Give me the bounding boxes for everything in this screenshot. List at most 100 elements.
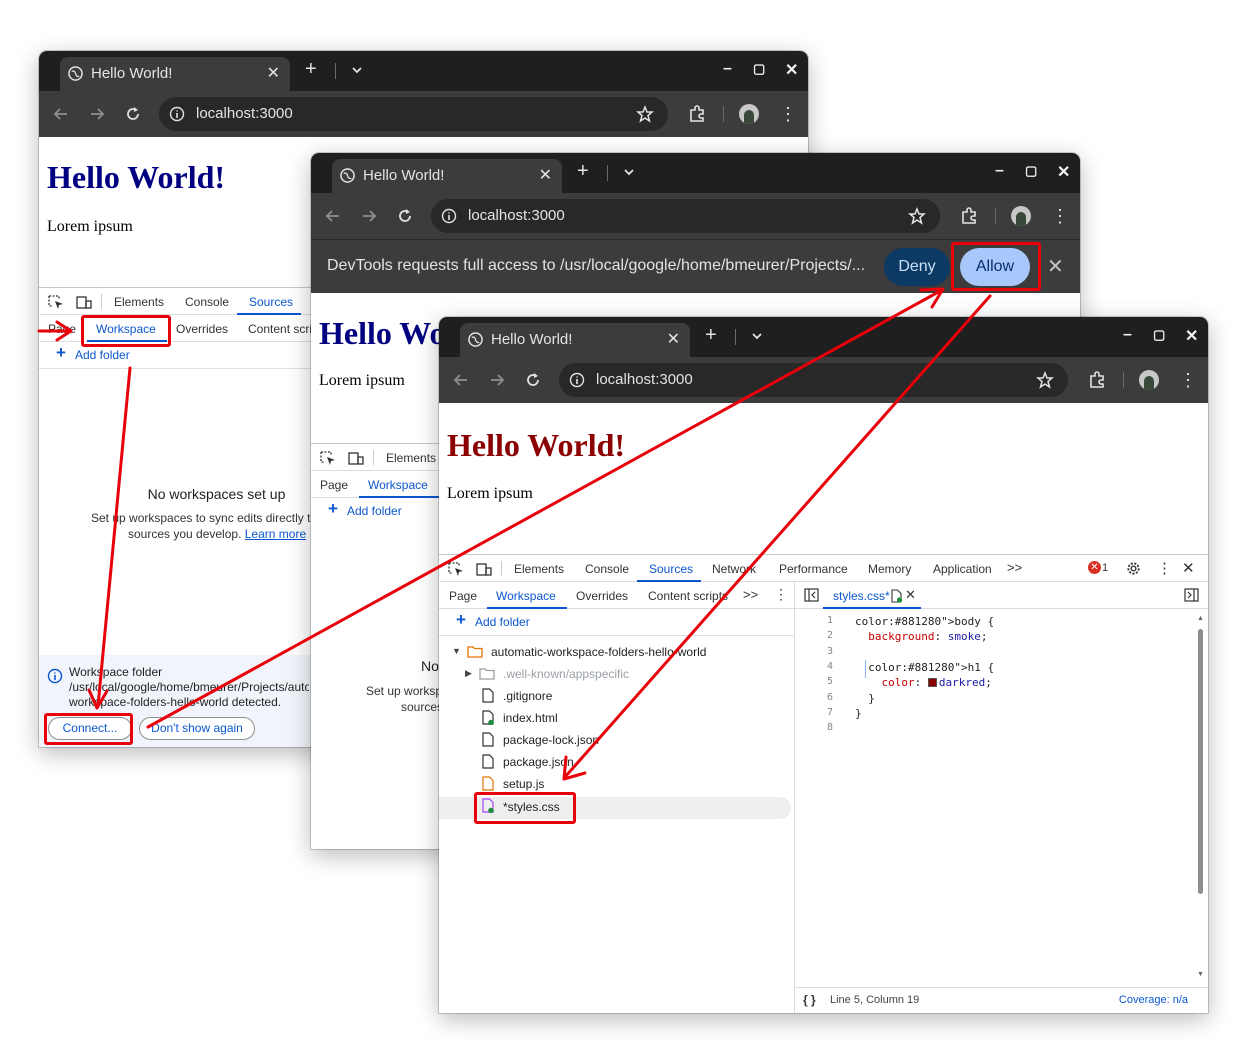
profile-avatar[interactable]	[739, 104, 759, 124]
tree-file[interactable]: package-lock.json	[439, 731, 794, 753]
reload-icon[interactable]	[524, 371, 542, 389]
reload-icon[interactable]	[396, 207, 414, 225]
close-editor-tab-icon[interactable]: ✕	[905, 587, 916, 603]
tab-sources[interactable]: Sources	[649, 562, 693, 576]
add-folder-link[interactable]: Add folder	[347, 504, 402, 518]
learn-more-link[interactable]: Learn more	[245, 527, 306, 541]
tree-file[interactable]: index.html	[439, 709, 794, 731]
tab-console[interactable]: Console	[185, 295, 229, 309]
site-info-icon[interactable]	[169, 106, 185, 122]
minimize-icon[interactable]: –	[995, 162, 1004, 180]
more-tabs-icon[interactable]: >>	[1007, 560, 1022, 575]
extensions-icon[interactable]	[1087, 370, 1107, 390]
device-toolbar-icon[interactable]	[76, 295, 92, 309]
pretty-print-icon[interactable]: { }	[803, 993, 816, 1007]
deny-button[interactable]: Deny	[884, 248, 950, 286]
browser-tab[interactable]: Hello World! ✕	[460, 323, 690, 357]
back-icon[interactable]	[452, 371, 470, 389]
settings-gear-icon[interactable]	[1126, 561, 1141, 576]
toggle-debugger-icon[interactable]	[1184, 588, 1199, 602]
tab-application[interactable]: Application	[933, 562, 992, 576]
menu-kebab-icon[interactable]: ⋮	[779, 103, 797, 125]
tab-console[interactable]: Console	[585, 562, 629, 576]
tab-performance[interactable]: Performance	[779, 562, 848, 576]
new-tab-button[interactable]: +	[577, 160, 589, 183]
subtab-workspace[interactable]: Workspace	[368, 478, 428, 492]
subtab-content-scripts[interactable]: Content scripts	[648, 589, 733, 603]
subtab-page[interactable]: Page	[48, 322, 76, 336]
subtab-page[interactable]: Page	[449, 589, 477, 603]
browser-tab[interactable]: Hello World! ✕	[332, 159, 562, 193]
toggle-navigator-icon[interactable]	[804, 588, 819, 602]
browser-tab[interactable]: Hello World! ✕	[60, 57, 290, 91]
close-infobar-icon[interactable]: ✕	[1047, 254, 1064, 279]
editor-tab-title[interactable]: styles.css*	[833, 589, 890, 603]
site-info-icon[interactable]	[569, 372, 585, 388]
tab-elements[interactable]: Elements	[514, 562, 564, 576]
tab-elements[interactable]: Elements	[114, 295, 164, 309]
address-bar[interactable]: localhost:3000	[159, 97, 668, 131]
tree-folder-wellknown[interactable]: ▶ .well-known/appspecific	[439, 665, 794, 687]
close-tab-icon[interactable]: ✕	[539, 165, 552, 185]
site-info-icon[interactable]	[441, 208, 457, 224]
address-bar[interactable]: localhost:3000	[559, 363, 1068, 397]
device-toolbar-icon[interactable]	[348, 451, 364, 465]
menu-kebab-icon[interactable]: ⋮	[1051, 205, 1069, 227]
close-tab-icon[interactable]: ✕	[667, 329, 680, 349]
minimize-icon[interactable]: –	[723, 60, 732, 78]
inspect-element-icon[interactable]	[320, 451, 336, 465]
add-folder-link[interactable]: Add folder	[475, 615, 530, 629]
maximize-icon[interactable]: ▢	[753, 61, 765, 77]
collapse-arrow-icon[interactable]: ▶	[465, 668, 472, 679]
close-window-icon[interactable]: ✕	[785, 60, 798, 80]
bookmark-star-icon[interactable]	[1036, 371, 1054, 389]
tab-elements[interactable]: Elements	[386, 451, 436, 465]
close-window-icon[interactable]: ✕	[1057, 162, 1070, 182]
address-bar[interactable]: localhost:3000	[431, 199, 940, 233]
devtools-menu-kebab-icon[interactable]: ⋮	[1157, 559, 1172, 577]
close-devtools-icon[interactable]: ✕	[1182, 559, 1195, 577]
minimize-icon[interactable]: –	[1123, 326, 1132, 344]
tab-sources[interactable]: Sources	[249, 295, 293, 309]
back-icon[interactable]	[52, 105, 70, 123]
bookmark-star-icon[interactable]	[908, 207, 926, 225]
error-icon[interactable]: ✕	[1088, 561, 1101, 574]
bookmark-star-icon[interactable]	[636, 105, 654, 123]
tree-file[interactable]: package.json	[439, 753, 794, 775]
inspect-element-icon[interactable]	[48, 295, 64, 309]
maximize-icon[interactable]: ▢	[1025, 163, 1037, 179]
subtabs-menu-kebab-icon[interactable]: ⋮	[774, 586, 788, 603]
tab-network[interactable]: Network	[712, 562, 756, 576]
menu-kebab-icon[interactable]: ⋮	[1179, 369, 1197, 391]
editor-scrollbar[interactable]: ▲ ▼	[1196, 615, 1204, 985]
chevron-down-icon[interactable]	[750, 329, 764, 343]
inspect-element-icon[interactable]	[448, 562, 464, 576]
tab-memory[interactable]: Memory	[868, 562, 911, 576]
chevron-down-icon[interactable]	[350, 63, 364, 77]
forward-icon[interactable]	[360, 207, 378, 225]
chevron-down-icon[interactable]	[622, 165, 636, 179]
code-editor[interactable]: 1 color:#881280">body {2 background: smok…	[795, 610, 1208, 987]
extensions-icon[interactable]	[959, 206, 979, 226]
close-tab-icon[interactable]: ✕	[267, 63, 280, 83]
add-icon[interactable]: +	[456, 610, 466, 630]
close-window-icon[interactable]: ✕	[1185, 326, 1198, 346]
subtab-content-scripts[interactable]: Content scri	[248, 322, 312, 336]
new-tab-button[interactable]: +	[305, 58, 317, 81]
subtab-page[interactable]: Page	[320, 478, 348, 492]
device-toolbar-icon[interactable]	[476, 562, 492, 576]
extensions-icon[interactable]	[687, 104, 707, 124]
tree-folder-root[interactable]: ▼ automatic-workspace-folders-hello-worl…	[439, 643, 794, 665]
expand-arrow-icon[interactable]: ▼	[452, 646, 461, 656]
profile-avatar[interactable]	[1139, 370, 1159, 390]
dont-show-again-button[interactable]: Don't show again	[139, 717, 255, 740]
add-folder-link[interactable]: Add folder	[75, 348, 130, 362]
tree-file[interactable]: .gitignore	[439, 687, 794, 709]
add-icon[interactable]: +	[328, 499, 338, 519]
reload-icon[interactable]	[124, 105, 142, 123]
more-subtabs-icon[interactable]: >>	[743, 587, 758, 602]
new-tab-button[interactable]: +	[705, 324, 717, 347]
back-icon[interactable]	[324, 207, 342, 225]
subtab-overrides[interactable]: Overrides	[576, 589, 628, 603]
subtab-workspace[interactable]: Workspace	[496, 589, 556, 603]
